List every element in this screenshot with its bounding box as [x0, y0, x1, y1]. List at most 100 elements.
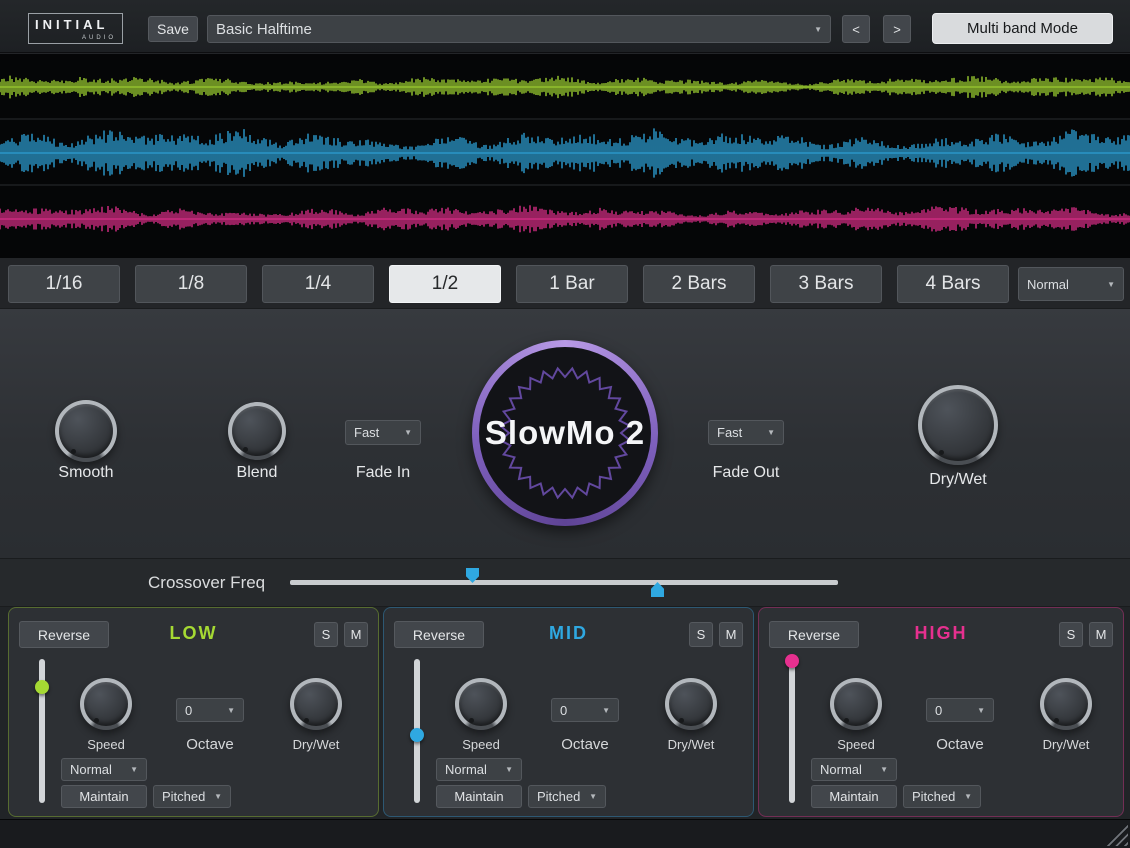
fade-out-label: Fade Out: [696, 464, 796, 482]
timing-button-3-bars[interactable]: 3 Bars: [770, 265, 882, 303]
band-volume-track[interactable]: [789, 659, 795, 803]
smooth-knob[interactable]: [55, 400, 117, 462]
speed-label: Speed: [826, 737, 886, 752]
slowmo-plugin-window: INITIAL AUDIO Save Basic Halftime ▼ < > …: [0, 0, 1130, 848]
mute-button[interactable]: M: [344, 622, 368, 647]
resize-grip[interactable]: [1106, 824, 1128, 846]
pitch-value: Pitched: [912, 789, 955, 804]
speed-knob[interactable]: [80, 678, 132, 730]
initial-audio-logo: INITIAL AUDIO: [28, 13, 123, 44]
octave-label: Octave: [175, 736, 245, 753]
band-mode-value: Normal: [445, 762, 487, 777]
chevron-down-icon: ▼: [214, 792, 222, 801]
timing-button-row: 1/16 1/8 1/4 1/2 1 Bar 2 Bars 3 Bars 4 B…: [0, 258, 1130, 308]
octave-label: Octave: [925, 736, 995, 753]
timing-button-4-bars[interactable]: 4 Bars: [897, 265, 1009, 303]
octave-select[interactable]: 0 ▼: [551, 698, 619, 722]
solo-button[interactable]: S: [689, 622, 713, 647]
solo-button[interactable]: S: [1059, 622, 1083, 647]
band-volume-handle[interactable]: [35, 680, 49, 694]
band-mode-value: Normal: [820, 762, 862, 777]
chevron-down-icon: ▼: [964, 792, 972, 801]
chevron-down-icon: ▼: [880, 765, 888, 774]
multi-band-mode-button[interactable]: Multi band Mode: [932, 13, 1113, 44]
band-drywet-label: Dry/Wet: [1031, 737, 1101, 752]
mute-button[interactable]: M: [719, 622, 743, 647]
drywet-label: Dry/Wet: [908, 471, 1008, 489]
timing-mode-value: Normal: [1027, 277, 1069, 292]
band-drywet-knob[interactable]: [665, 678, 717, 730]
timing-button-1-bar[interactable]: 1 Bar: [516, 265, 628, 303]
band-mode-select[interactable]: Normal ▼: [436, 758, 522, 781]
maintain-button[interactable]: Maintain: [436, 785, 522, 808]
reverse-button[interactable]: Reverse: [394, 621, 484, 648]
slowmo-logo-inner: SlowMo 2: [479, 347, 651, 519]
slowmo-title: SlowMo 2: [485, 414, 645, 452]
waveform-high: [0, 186, 1130, 252]
pitch-value: Pitched: [162, 789, 205, 804]
blend-knob[interactable]: [228, 402, 286, 460]
speed-label: Speed: [451, 737, 511, 752]
logo-text: INITIAL: [35, 17, 109, 32]
band-panel-mid: Reverse MID S M Speed 0 ▼ Octave Dry/Wet…: [383, 607, 754, 817]
timing-button-2-bars[interactable]: 2 Bars: [643, 265, 755, 303]
pitch-select[interactable]: Pitched ▼: [153, 785, 231, 808]
timing-button-1-4[interactable]: 1/4: [262, 265, 374, 303]
band-drywet-knob[interactable]: [1040, 678, 1092, 730]
octave-label: Octave: [550, 736, 620, 753]
fade-out-value: Fast: [717, 425, 742, 440]
band-drywet-knob[interactable]: [290, 678, 342, 730]
timing-button-1-8[interactable]: 1/8: [135, 265, 247, 303]
waveform-low: [0, 54, 1130, 120]
solo-button[interactable]: S: [314, 622, 338, 647]
speed-label: Speed: [76, 737, 136, 752]
slowmo-logo-badge: SlowMo 2: [472, 340, 658, 526]
pitch-select[interactable]: Pitched ▼: [903, 785, 981, 808]
preset-value: Basic Halftime: [216, 21, 312, 38]
crossover-section: Crossover Freq: [0, 558, 1130, 607]
next-preset-button[interactable]: >: [883, 15, 911, 43]
logo-subtext: AUDIO: [35, 35, 116, 41]
reverse-button[interactable]: Reverse: [19, 621, 109, 648]
reverse-button[interactable]: Reverse: [769, 621, 859, 648]
top-bar: INITIAL AUDIO Save Basic Halftime ▼ < > …: [0, 0, 1130, 53]
band-drywet-label: Dry/Wet: [656, 737, 726, 752]
octave-select[interactable]: 0 ▼: [926, 698, 994, 722]
chevron-down-icon: ▼: [589, 792, 597, 801]
band-volume-handle[interactable]: [410, 728, 424, 742]
band-mode-select[interactable]: Normal ▼: [811, 758, 897, 781]
octave-value: 0: [560, 703, 567, 718]
maintain-button[interactable]: Maintain: [811, 785, 897, 808]
band-mode-select[interactable]: Normal ▼: [61, 758, 147, 781]
preset-select[interactable]: Basic Halftime ▼: [207, 15, 831, 43]
pitch-select[interactable]: Pitched ▼: [528, 785, 606, 808]
octave-select[interactable]: 0 ▼: [176, 698, 244, 722]
smooth-label: Smooth: [36, 464, 136, 482]
mute-button[interactable]: M: [1089, 622, 1113, 647]
drywet-knob[interactable]: [918, 385, 998, 465]
octave-value: 0: [185, 703, 192, 718]
timing-button-1-2[interactable]: 1/2: [389, 265, 501, 303]
chevron-down-icon: ▼: [404, 428, 412, 437]
previous-preset-button[interactable]: <: [842, 15, 870, 43]
waveform-display: [0, 54, 1130, 258]
save-button[interactable]: Save: [148, 16, 198, 42]
band-volume-handle[interactable]: [785, 654, 799, 668]
fade-in-value: Fast: [354, 425, 379, 440]
crossover-slider-track[interactable]: [290, 580, 838, 585]
fade-out-select[interactable]: Fast ▼: [708, 420, 784, 445]
band-title: MID: [549, 623, 588, 644]
band-drywet-label: Dry/Wet: [281, 737, 351, 752]
band-mode-value: Normal: [70, 762, 112, 777]
speed-knob[interactable]: [830, 678, 882, 730]
fade-in-select[interactable]: Fast ▼: [345, 420, 421, 445]
timing-button-1-16[interactable]: 1/16: [8, 265, 120, 303]
timing-mode-select[interactable]: Normal ▼: [1018, 267, 1124, 301]
chevron-down-icon: ▼: [1107, 280, 1115, 289]
chevron-down-icon: ▼: [602, 706, 610, 715]
speed-knob[interactable]: [455, 678, 507, 730]
band-title: HIGH: [915, 623, 968, 644]
maintain-button[interactable]: Maintain: [61, 785, 147, 808]
chevron-down-icon: ▼: [977, 706, 985, 715]
chevron-down-icon: ▼: [814, 25, 822, 34]
